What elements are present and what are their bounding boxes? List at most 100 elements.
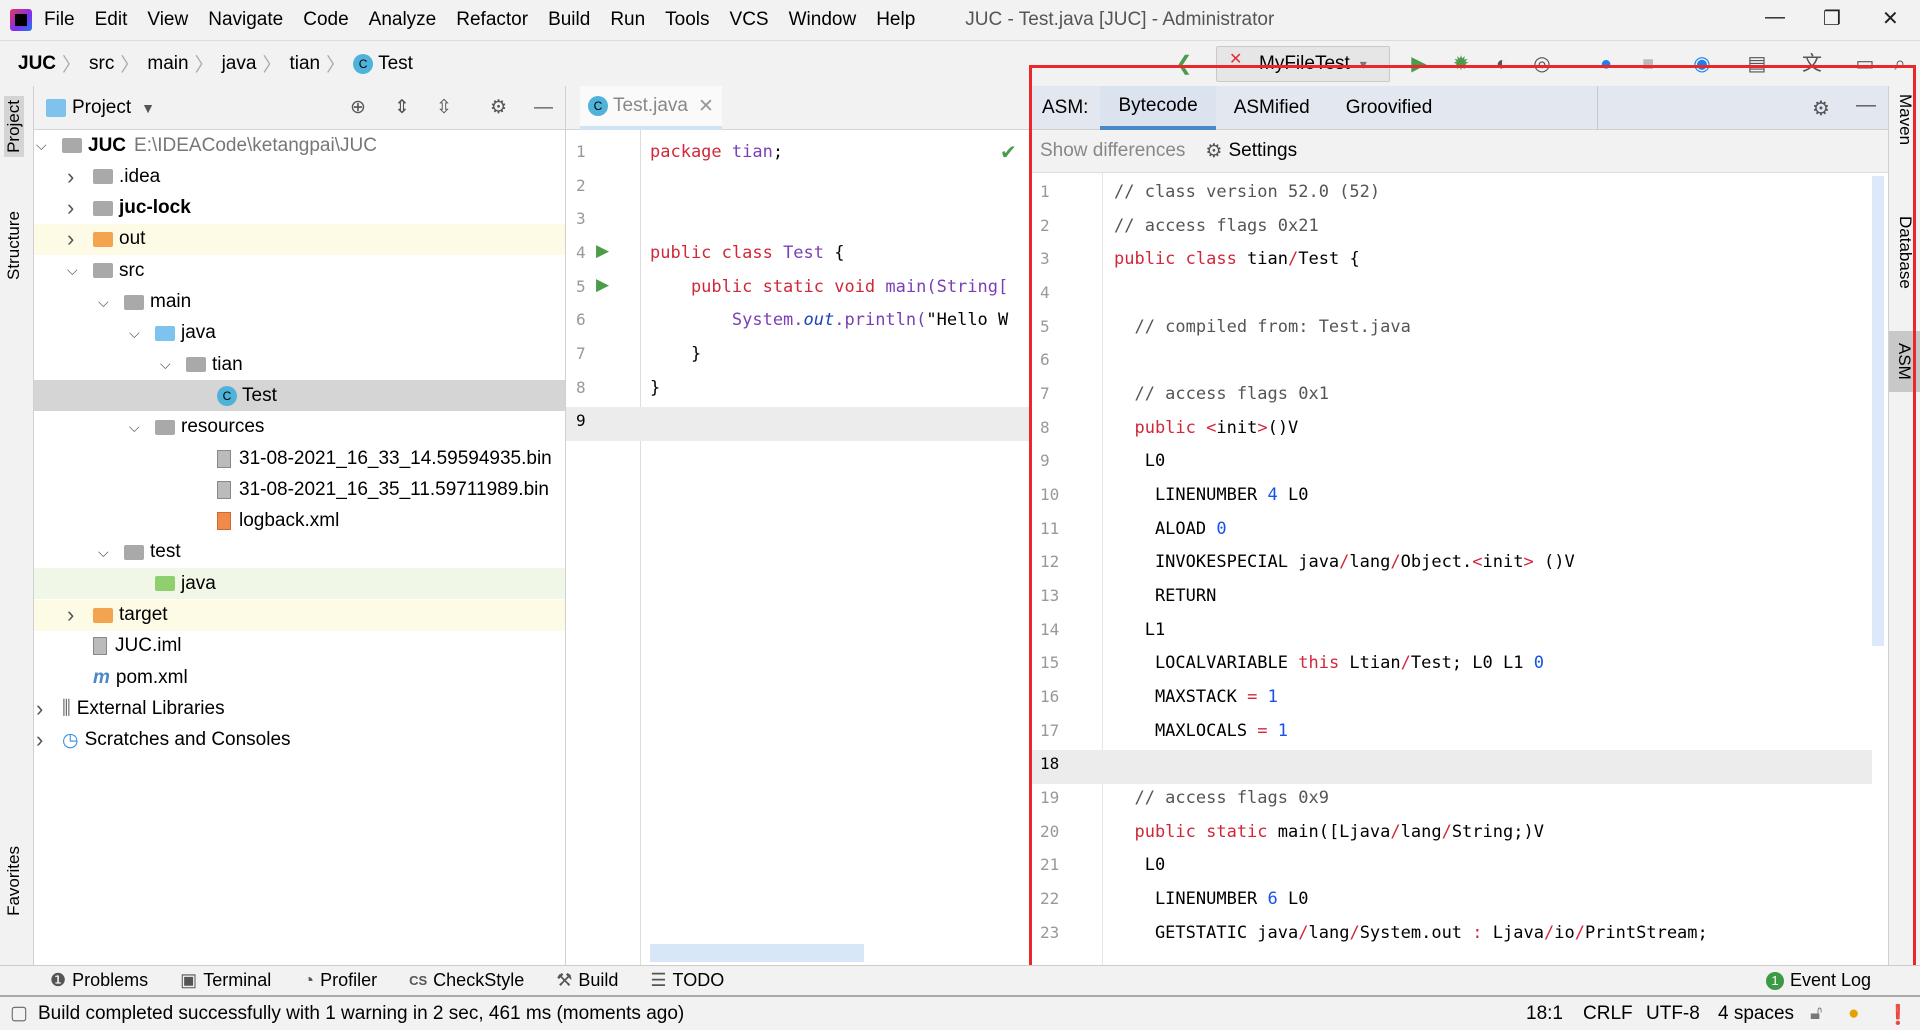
tree-item[interactable]: › juc-lock bbox=[34, 193, 565, 224]
tree-item[interactable]: ⌵ src bbox=[34, 255, 565, 286]
settings-button[interactable]: Settings bbox=[1228, 140, 1297, 162]
window-layout-icon[interactable]: ▭ bbox=[1853, 52, 1877, 76]
chevron-right-icon[interactable]: › bbox=[67, 164, 74, 190]
menu-navigate[interactable]: Navigate bbox=[208, 9, 283, 31]
horizontal-scrollbar[interactable] bbox=[650, 944, 864, 962]
profile-icon[interactable]: ◎ bbox=[1530, 52, 1554, 76]
run-icon[interactable]: ▶ bbox=[1407, 52, 1431, 76]
update-icon[interactable]: ● bbox=[1594, 52, 1618, 76]
tab-test-java[interactable]: C Test.java ✕ bbox=[580, 86, 722, 130]
chevron-down-icon[interactable]: ⌵ bbox=[36, 137, 47, 154]
coverage-icon[interactable]: ◐ bbox=[1490, 52, 1514, 76]
project-view-selector[interactable]: Project bbox=[72, 97, 131, 119]
menu-help[interactable]: Help bbox=[876, 9, 915, 31]
favorites-tool-tab[interactable]: Favorites bbox=[4, 846, 24, 916]
locate-icon[interactable]: ⊕ bbox=[350, 96, 366, 119]
tree-item[interactable]: logback.xml bbox=[34, 506, 565, 537]
chevron-right-icon[interactable]: › bbox=[36, 727, 43, 753]
tree-item[interactable]: ⌵ test bbox=[34, 537, 565, 568]
translate-icon[interactable]: 文 bbox=[1800, 52, 1824, 76]
chevron-right-icon[interactable]: › bbox=[67, 195, 74, 221]
browser-icon[interactable]: ◉ bbox=[1690, 52, 1714, 76]
breadcrumb-item[interactable]: java bbox=[222, 53, 257, 75]
chevron-down-icon[interactable]: ⌵ bbox=[129, 419, 140, 436]
search-icon[interactable]: ⌕ bbox=[1888, 52, 1912, 76]
stop-icon[interactable]: ■ bbox=[1636, 52, 1660, 76]
caret-position[interactable]: 18:1 bbox=[1526, 1003, 1563, 1025]
collapse-all-icon[interactable]: ⇳ bbox=[436, 96, 452, 119]
chevron-down-icon[interactable]: ▼ bbox=[141, 100, 155, 116]
chevron-down-icon[interactable]: ⌵ bbox=[129, 325, 140, 342]
toggle-tool-windows-icon[interactable]: ▢ bbox=[10, 1002, 28, 1025]
run-configuration-dropdown[interactable]: ✕ MyFileTest ▾ bbox=[1216, 46, 1390, 82]
hide-panel-icon[interactable]: — bbox=[1856, 94, 1876, 117]
chevron-down-icon[interactable]: ⌵ bbox=[67, 262, 78, 279]
line-separator[interactable]: CRLF bbox=[1583, 1003, 1633, 1025]
maven-tool-tab[interactable]: Maven bbox=[1895, 94, 1915, 145]
gear-icon[interactable]: ⚙ bbox=[490, 96, 507, 119]
run-gutter-icon[interactable]: ▶ bbox=[596, 275, 609, 295]
close-tab-icon[interactable]: ✕ bbox=[698, 95, 714, 118]
menu-analyze[interactable]: Analyze bbox=[369, 9, 437, 31]
tool-terminal[interactable]: ▣ Terminal bbox=[180, 970, 271, 991]
project-tool-tab[interactable]: Project bbox=[4, 96, 24, 157]
breadcrumb-item[interactable]: src bbox=[89, 53, 114, 75]
chevron-down-icon[interactable]: ⌵ bbox=[98, 294, 109, 311]
chevron-right-icon[interactable]: › bbox=[67, 226, 74, 252]
tree-item[interactable]: ⌵ java bbox=[34, 318, 565, 349]
tree-item[interactable]: › target bbox=[34, 599, 565, 631]
event-log-button[interactable]: 1 Event Log bbox=[1766, 970, 1871, 991]
menu-view[interactable]: View bbox=[147, 9, 188, 31]
lock-icon[interactable]: 🔓︎ bbox=[1810, 1003, 1822, 1025]
menu-code[interactable]: Code bbox=[303, 9, 348, 31]
vertical-scrollbar[interactable] bbox=[1872, 176, 1884, 646]
database-tool-tab[interactable]: Database bbox=[1895, 216, 1915, 289]
tree-item[interactable]: › .idea bbox=[34, 161, 565, 192]
restore-button[interactable]: ❐ bbox=[1823, 6, 1841, 31]
chevron-down-icon[interactable]: ⌵ bbox=[98, 544, 109, 561]
tree-item[interactable]: 31-08-2021_16_35_11.59711989.bin bbox=[34, 474, 565, 505]
tool-build[interactable]: ⚒ Build bbox=[556, 970, 618, 991]
chevron-right-icon[interactable]: › bbox=[67, 602, 74, 628]
tree-item[interactable]: JUC.iml bbox=[34, 631, 565, 662]
tree-item[interactable]: ⌵ tian bbox=[34, 349, 565, 380]
structure-tool-tab[interactable]: Structure bbox=[4, 211, 24, 280]
tree-item[interactable]: m pom.xml bbox=[34, 662, 565, 693]
breadcrumb-item[interactable]: Test bbox=[378, 53, 413, 75]
tree-item[interactable]: › out bbox=[34, 223, 565, 255]
menu-vcs[interactable]: VCS bbox=[730, 9, 769, 31]
tree-item[interactable]: › ⫼ External Libraries bbox=[34, 693, 565, 724]
minimize-button[interactable]: — bbox=[1765, 6, 1785, 29]
tree-item[interactable]: ⌵ JUC E:\IDEACode\ketangpai\JUC bbox=[34, 130, 565, 161]
tab-bytecode[interactable]: Bytecode bbox=[1100, 85, 1216, 130]
tree-item[interactable]: ⌵ resources bbox=[34, 412, 565, 443]
tree-item[interactable]: ⌵ main bbox=[34, 287, 565, 318]
run-gutter-icon[interactable]: ▶ bbox=[596, 241, 609, 261]
tree-item[interactable]: C Test bbox=[34, 380, 565, 412]
menu-window[interactable]: Window bbox=[789, 9, 857, 31]
tab-groovified[interactable]: Groovified bbox=[1328, 86, 1451, 130]
menu-edit[interactable]: Edit bbox=[95, 9, 128, 31]
project-structure-icon[interactable]: ▤ bbox=[1745, 52, 1769, 76]
menu-build[interactable]: Build bbox=[548, 9, 590, 31]
tab-asmified[interactable]: ASMified bbox=[1216, 86, 1328, 130]
debug-icon[interactable]: ✹ bbox=[1449, 52, 1473, 76]
tool-todo[interactable]: ☰ TODO bbox=[650, 970, 724, 991]
hide-panel-icon[interactable]: — bbox=[534, 97, 553, 119]
tree-item[interactable]: › ◷ Scratches and Consoles bbox=[34, 725, 565, 756]
back-arrow-icon[interactable]: ❮ bbox=[1172, 52, 1196, 76]
gear-icon[interactable]: ⚙ bbox=[1812, 96, 1830, 121]
menu-run[interactable]: Run bbox=[610, 9, 645, 31]
asm-tool-tab[interactable]: ASM bbox=[1889, 331, 1920, 392]
chevron-down-icon[interactable]: ⌵ bbox=[160, 356, 171, 373]
status-message[interactable]: Build completed successfully with 1 warn… bbox=[38, 1003, 684, 1025]
update-notification-icon[interactable]: ● bbox=[1848, 1003, 1859, 1025]
file-encoding[interactable]: UTF-8 bbox=[1646, 1003, 1700, 1025]
tree-item[interactable]: 31-08-2021_16_33_14.59594935.bin bbox=[34, 443, 565, 474]
breadcrumb-item[interactable]: tian bbox=[289, 53, 320, 75]
breadcrumb-item[interactable]: main bbox=[147, 53, 188, 75]
menu-refactor[interactable]: Refactor bbox=[456, 9, 528, 31]
expand-all-icon[interactable]: ⇕ bbox=[394, 96, 410, 119]
tree-item[interactable]: java bbox=[34, 568, 565, 600]
close-window-button[interactable]: ✕ bbox=[1882, 6, 1899, 31]
